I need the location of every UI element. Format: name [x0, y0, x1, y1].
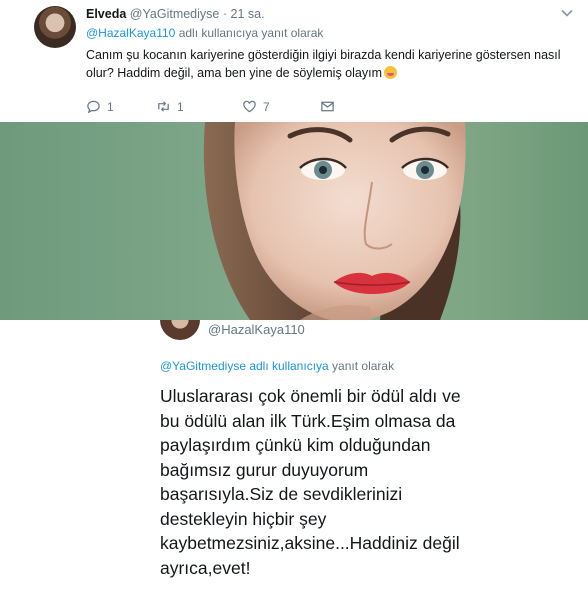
- retweet-button[interactable]: 1: [156, 99, 184, 114]
- tweet-photo[interactable]: [0, 122, 588, 320]
- avatar[interactable]: [34, 6, 76, 48]
- like-count: 7: [263, 99, 270, 114]
- reply-context-text: yanıt olarak: [332, 359, 395, 373]
- portrait-image: [203, 122, 466, 320]
- reply-button[interactable]: 1: [86, 99, 114, 114]
- display-name[interactable]: Elveda: [86, 7, 126, 21]
- tweet: Elveda @YaGitmediyse · 21 sa. @HazalKaya…: [0, 0, 588, 122]
- chevron-down-icon[interactable]: [560, 6, 574, 20]
- reply-context: @YaGitmediyse adlı kullanıcıya yanıt ola…: [160, 359, 394, 373]
- mention-link[interactable]: @YaGitmediyse adlı kullanıcıya: [160, 359, 329, 373]
- like-button[interactable]: 7: [242, 99, 270, 114]
- reply-count: 1: [107, 99, 114, 114]
- separator: ·: [222, 7, 228, 21]
- user-handle[interactable]: @YaGitmediyse: [130, 7, 220, 21]
- message-button[interactable]: [320, 99, 335, 114]
- message-icon: [321, 101, 334, 112]
- tweet-text-content: Canım şu kocanın kariyerine gösterdiğin …: [86, 48, 561, 80]
- tweet-header: Elveda @YaGitmediyse · 21 sa.: [86, 7, 265, 21]
- reply-context: @HazalKaya110 adlı kullanıcıya yanıt ola…: [86, 26, 323, 40]
- tweet-text: Uluslararası çok önemli bir ödül aldı ve…: [160, 386, 461, 578]
- retweet-icon: [158, 101, 169, 112]
- like-icon: [243, 100, 256, 113]
- retweet-count: 1: [177, 99, 184, 114]
- mention-link[interactable]: @HazalKaya110: [86, 26, 175, 40]
- tweet-text: Canım şu kocanın kariyerine gösterdiğin …: [86, 46, 574, 82]
- reply-tweet: @HazalKaya110 @YaGitmediyse adlı kullanı…: [0, 320, 588, 600]
- timestamp[interactable]: 21 sa.: [231, 7, 265, 21]
- reply-context-text: adlı kullanıcıya yanıt olarak: [178, 26, 324, 40]
- avatar[interactable]: [160, 320, 200, 340]
- emoji-icon: [383, 66, 397, 79]
- reply-icon: [87, 100, 100, 114]
- user-handle[interactable]: @HazalKaya110: [208, 322, 305, 337]
